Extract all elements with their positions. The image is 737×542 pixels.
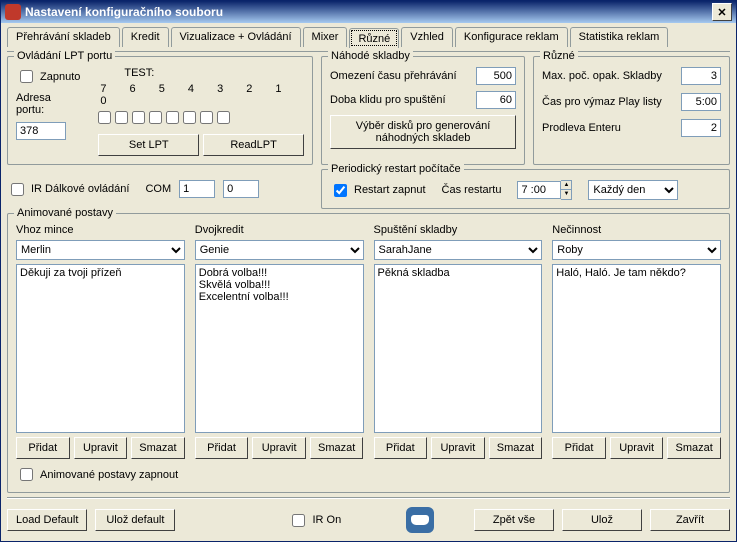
anim-col3-text[interactable]: Haló, Haló. Je tam někdo? (552, 264, 721, 433)
ir-on[interactable]: IR On (288, 511, 341, 530)
lpt-legend: Ovládání LPT portu (14, 50, 115, 62)
tab-kredit[interactable]: Kredit (122, 27, 169, 47)
ir-com-label: COM (145, 183, 171, 195)
set-lpt-button[interactable]: Set LPT (98, 134, 199, 156)
load-default-button[interactable]: Load Default (7, 509, 87, 531)
anim-col1-add[interactable]: Přidat (195, 437, 249, 459)
misc-enter-input[interactable] (681, 119, 721, 137)
save-default-button[interactable]: Ulož default (95, 509, 175, 531)
restart-mode-select[interactable]: Každý den (588, 180, 678, 200)
close-icon[interactable]: ✕ (712, 3, 732, 21)
tab-mixer[interactable]: Mixer (303, 27, 348, 47)
random-idle-label: Doba klidu pro spuštění (330, 94, 446, 106)
random-limit-input[interactable] (476, 67, 516, 85)
anim-col3-del[interactable]: Smazat (667, 437, 721, 459)
anim-enable-checkbox[interactable] (20, 468, 33, 481)
random-legend: Náhodé skladby (328, 50, 413, 62)
anim-legend: Animované postavy (14, 207, 116, 219)
anim-col0-edit[interactable]: Upravit (74, 437, 128, 459)
anim-col0-char[interactable]: Merlin (16, 240, 185, 260)
anim-col2-title: Spuštění skladby (374, 224, 543, 236)
misc-max-input[interactable] (681, 67, 721, 85)
revert-all-button[interactable]: Zpět vše (474, 509, 554, 531)
restart-time-label: Čas restartu (442, 184, 502, 196)
close-button[interactable]: Zavřít (650, 509, 730, 531)
anim-col3-edit[interactable]: Upravit (610, 437, 664, 459)
misc-legend: Různé (540, 50, 578, 62)
random-select-disks-button[interactable]: Výběr disků pro generování náhodných skl… (330, 115, 516, 149)
ir-remote[interactable]: IR Dálkové ovládání (7, 180, 129, 199)
lpt-bit-5[interactable] (132, 111, 145, 124)
anim-col2-del[interactable]: Smazat (489, 437, 543, 459)
anim-enable[interactable]: Animované postavy zapnout (16, 465, 721, 484)
lpt-enabled[interactable]: Zapnuto (16, 67, 80, 86)
ir-irq-input[interactable] (223, 180, 259, 198)
read-lpt-button[interactable]: ReadLPT (203, 134, 304, 156)
anim-col0-title: Vhoz mince (16, 224, 185, 236)
anim-col0-add[interactable]: Přidat (16, 437, 70, 459)
window-title: Nastavení konfiguračního souboru (25, 5, 223, 19)
anim-col0-text[interactable]: Děkuji za tvoji přízeň (16, 264, 185, 433)
lpt-test-label: TEST: (124, 67, 304, 79)
tab-misc[interactable]: Různé (349, 28, 399, 48)
restart-legend: Periodický restart počítače (328, 163, 464, 175)
restart-enabled-checkbox[interactable] (334, 184, 347, 197)
ir-on-checkbox[interactable] (292, 514, 305, 527)
lpt-bit-3[interactable] (166, 111, 179, 124)
lpt-bit-7[interactable] (98, 111, 111, 124)
tab-bar: Přehrávání skladeb Kredit Vizualizace + … (7, 27, 730, 47)
ir-remote-checkbox[interactable] (11, 183, 24, 196)
lpt-bit-0[interactable] (217, 111, 230, 124)
anim-col1-char[interactable]: Genie (195, 240, 364, 260)
restart-time-input[interactable] (517, 181, 561, 199)
lpt-bit-1[interactable] (200, 111, 213, 124)
lpt-bit-6[interactable] (115, 111, 128, 124)
title-bar: Nastavení konfiguračního souboru ✕ (1, 1, 736, 23)
misc-enter-label: Prodleva Enteru (542, 122, 621, 134)
ir-com-input[interactable] (179, 180, 215, 198)
keyboard-icon (406, 507, 434, 533)
lpt-bits-label: 7 6 5 4 3 2 1 0 (100, 83, 304, 107)
app-icon (5, 4, 21, 20)
tab-playback[interactable]: Přehrávání skladeb (7, 27, 120, 47)
lpt-bit-4[interactable] (149, 111, 162, 124)
spin-down-icon[interactable]: ▼ (561, 190, 571, 198)
anim-col2-text[interactable]: Pěkná skladba (374, 264, 543, 433)
anim-col3-title: Nečinnost (552, 224, 721, 236)
random-limit-label: Omezení času přehrávání (330, 70, 457, 82)
anim-col2-char[interactable]: SarahJane (374, 240, 543, 260)
restart-enabled[interactable]: Restart zapnut (330, 181, 426, 200)
tab-look[interactable]: Vzhled (401, 27, 453, 47)
anim-col1-title: Dvojkredit (195, 224, 364, 236)
misc-clear-label: Čas pro výmaz Play listy (542, 96, 662, 108)
misc-max-label: Max. poč. opak. Skladby (542, 70, 662, 82)
lpt-enabled-checkbox[interactable] (20, 70, 33, 83)
anim-col1-del[interactable]: Smazat (310, 437, 364, 459)
lpt-bit-2[interactable] (183, 111, 196, 124)
save-button[interactable]: Ulož (562, 509, 642, 531)
anim-col3-char[interactable]: Roby (552, 240, 721, 260)
anim-col1-edit[interactable]: Upravit (252, 437, 306, 459)
restart-time-spinner[interactable]: ▲▼ (517, 180, 572, 200)
lpt-bits-checkboxes (98, 111, 304, 124)
lpt-address-input[interactable] (16, 122, 66, 140)
anim-col0-del[interactable]: Smazat (131, 437, 185, 459)
tab-adcfg[interactable]: Konfigurace reklam (455, 27, 568, 47)
spin-up-icon[interactable]: ▲ (561, 181, 571, 190)
anim-col3-add[interactable]: Přidat (552, 437, 606, 459)
anim-col1-text[interactable]: Dobrá volba!!! Skvělá volba!!! Excelentn… (195, 264, 364, 433)
anim-col2-edit[interactable]: Upravit (431, 437, 485, 459)
misc-clear-input[interactable] (681, 93, 721, 111)
tab-visual[interactable]: Vizualizace + Ovládání (171, 27, 301, 47)
random-idle-input[interactable] (476, 91, 516, 109)
anim-col2-add[interactable]: Přidat (374, 437, 428, 459)
tab-adstat[interactable]: Statistika reklam (570, 27, 669, 47)
lpt-address-label: Adresa portu: (16, 92, 80, 116)
